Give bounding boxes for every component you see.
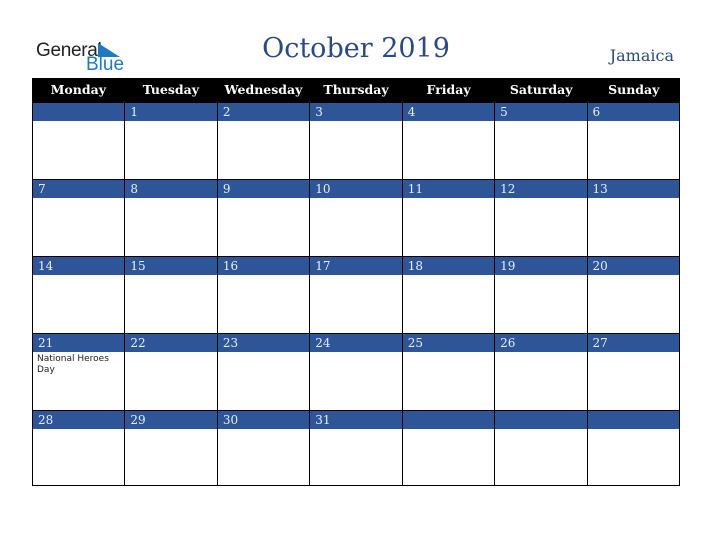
day-number: 24 (310, 333, 402, 352)
day-cell[interactable] (32, 102, 125, 179)
day-cell[interactable]: 10 (309, 179, 402, 256)
day-cell[interactable]: 7 (32, 179, 125, 256)
weekday-monday: Monday (50, 82, 106, 97)
day-cell[interactable]: 6 (586, 102, 680, 179)
day-cell[interactable]: 28 (32, 410, 125, 486)
day-number: 31 (310, 410, 402, 429)
day-cell[interactable] (401, 410, 495, 486)
day-number: 1 (125, 102, 217, 121)
day-number: 16 (217, 256, 310, 275)
day-number (587, 410, 679, 429)
day-number: 3 (310, 102, 402, 121)
country-label: Jamaica (609, 46, 674, 65)
day-cell[interactable]: 11 (401, 179, 495, 256)
day-number: 2 (217, 102, 310, 121)
day-number: 4 (402, 102, 495, 121)
day-cell[interactable]: 24 (309, 333, 402, 410)
day-cell[interactable]: 15 (124, 256, 217, 333)
day-number: 18 (402, 256, 495, 275)
day-cell[interactable]: 3 (309, 102, 402, 179)
day-number: 15 (125, 256, 217, 275)
day-number: 13 (587, 179, 679, 198)
day-cell[interactable]: 29 (124, 410, 217, 486)
day-number (495, 410, 587, 429)
day-cell[interactable]: 1 (124, 102, 217, 179)
week-row: 14 15 16 17 18 19 20 (32, 256, 680, 333)
week-row: 28 29 30 31 (32, 410, 680, 487)
day-number (402, 410, 495, 429)
day-number: 6 (587, 102, 679, 121)
day-cell[interactable]: 26 (494, 333, 587, 410)
holiday-label: National Heroes Day (37, 354, 109, 375)
day-number: 9 (217, 179, 310, 198)
day-cell[interactable]: 13 (586, 179, 680, 256)
day-cell[interactable]: 21 National Heroes Day (32, 333, 125, 410)
day-cell[interactable]: 14 (32, 256, 125, 333)
day-number: 12 (495, 179, 587, 198)
day-number (33, 102, 125, 121)
day-number: 8 (125, 179, 217, 198)
day-cell[interactable]: 18 (401, 256, 495, 333)
day-cell[interactable]: 4 (401, 102, 495, 179)
weekday-thursday: Thursday (323, 82, 389, 97)
week-row: 123456 (32, 102, 680, 179)
day-number: 30 (217, 410, 310, 429)
day-number: 25 (402, 333, 495, 352)
day-number: 29 (125, 410, 217, 429)
weekday-friday: Friday (426, 82, 471, 97)
day-number: 26 (495, 333, 587, 352)
day-number: 17 (310, 256, 402, 275)
day-cell[interactable] (494, 410, 587, 486)
page-title: October 2019 (262, 33, 450, 64)
day-cell[interactable]: 22 (124, 333, 217, 410)
weekday-header: Monday Tuesday Wednesday Thursday Friday Satu… (32, 78, 680, 102)
day-cell[interactable]: 16 (216, 256, 310, 333)
day-number: 10 (310, 179, 402, 198)
day-cell[interactable] (586, 410, 680, 486)
day-cell[interactable]: 5 (494, 102, 587, 179)
day-cell[interactable]: 30 (216, 410, 310, 486)
day-number: 19 (495, 256, 587, 275)
day-cell[interactable]: 23 (216, 333, 310, 410)
day-cell[interactable]: 2 (216, 102, 310, 179)
day-cell[interactable]: 19 (494, 256, 587, 333)
day-cell[interactable]: 25 (401, 333, 495, 410)
week-row: 21 National Heroes Day 22 23 24 25 26 27 (32, 333, 680, 410)
day-number: 23 (217, 333, 310, 352)
weekday-tuesday: Tuesday (142, 82, 200, 97)
day-number: 5 (495, 102, 587, 121)
day-cell[interactable]: 12 (494, 179, 587, 256)
day-cell[interactable]: 31 (309, 410, 402, 486)
day-cell[interactable]: 27 (586, 333, 680, 410)
day-number: 21 (33, 333, 125, 352)
week-row: 7 8 9 10 11 12 13 (32, 179, 680, 256)
day-number: 27 (587, 333, 679, 352)
day-number: 7 (33, 179, 125, 198)
weekday-sunday: Sunday (608, 82, 660, 97)
day-number: 22 (125, 333, 217, 352)
weekday-wednesday: Wednesday (224, 82, 303, 97)
day-cell[interactable]: 8 (124, 179, 217, 256)
calendar-grid: Monday Tuesday Wednesday Thursday Friday Satu… (32, 78, 680, 487)
weekday-saturday: Saturday (509, 82, 573, 97)
day-number: 20 (587, 256, 679, 275)
day-number: 14 (33, 256, 125, 275)
day-number: 11 (402, 179, 495, 198)
day-cell[interactable]: 9 (216, 179, 310, 256)
day-number: 28 (33, 410, 125, 429)
day-cell[interactable]: 20 (586, 256, 680, 333)
day-cell[interactable]: 17 (309, 256, 402, 333)
